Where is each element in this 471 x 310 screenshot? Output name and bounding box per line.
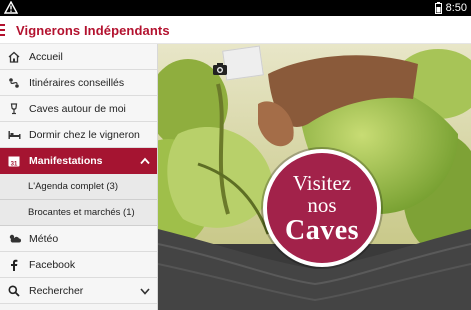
drawer-item-label: Météo: [29, 232, 59, 245]
svg-text:31: 31: [11, 161, 18, 167]
hamburger-icon[interactable]: [0, 24, 6, 36]
camera-icon: [213, 63, 227, 75]
drawer-item-manifestations[interactable]: 31 Manifestations: [0, 148, 157, 174]
route-icon: [7, 76, 21, 90]
weather-icon: [7, 232, 21, 246]
drawer-subitem-agenda[interactable]: L'Agenda complet (3): [0, 174, 157, 200]
bed-icon: [7, 128, 21, 142]
drawer-item-label: Facebook: [29, 258, 76, 271]
drawer-item-label: Caves autour de moi: [29, 102, 126, 115]
wine-glass-icon: [7, 102, 21, 116]
calendar-icon: 31: [7, 154, 21, 168]
drawer-item-facebook[interactable]: Facebook: [0, 252, 157, 278]
drawer-item-caves[interactable]: Caves autour de moi: [0, 96, 157, 122]
drawer-item-meteo[interactable]: Météo: [0, 226, 157, 252]
drawer-item-label: Accueil: [29, 50, 63, 63]
battery-icon: [434, 2, 442, 14]
drawer-item-dormir[interactable]: Dormir chez le vigneron: [0, 122, 157, 148]
drawer-subitem-brocantes[interactable]: Brocantes et marchés (1): [0, 200, 157, 226]
chevron-up-icon[interactable]: [140, 157, 150, 165]
search-icon: [7, 284, 21, 298]
app-bar: Vignerons Indépendants: [0, 16, 471, 44]
home-icon: [7, 50, 21, 64]
drawer-item-label: Manifestations: [29, 154, 103, 167]
drawer-item-label: Dormir chez le vigneron: [29, 128, 140, 141]
drawer-subitem-label: L'Agenda complet (3): [28, 181, 119, 192]
facebook-icon: [7, 258, 21, 272]
drawer-item-itineraires[interactable]: Itinéraires conseillés: [0, 70, 157, 96]
visitez-nos-caves-badge[interactable]: Visitez nos Caves: [263, 149, 381, 267]
drawer-item-rechercher[interactable]: Rechercher: [0, 278, 157, 304]
drawer-item-label: Itinéraires conseillés: [29, 76, 125, 89]
drawer-item-label: Rechercher: [29, 284, 84, 297]
drawer-subitem-label: Brocantes et marchés (1): [28, 207, 135, 218]
drawer-item-accueil[interactable]: Accueil: [0, 44, 157, 70]
app-title: Vignerons Indépendants: [16, 23, 170, 38]
chevron-down-icon[interactable]: [140, 287, 150, 295]
warning-icon: [4, 1, 18, 14]
postcard-sticker: [222, 45, 264, 81]
navigation-drawer: Accueil Itinéraires conseillés Caves aut…: [0, 44, 158, 310]
status-bar: 8:50: [0, 0, 471, 16]
clock: 8:50: [445, 2, 467, 14]
badge-line-3: Caves: [284, 215, 360, 246]
main-banner: Visitez nos Caves: [158, 44, 471, 310]
